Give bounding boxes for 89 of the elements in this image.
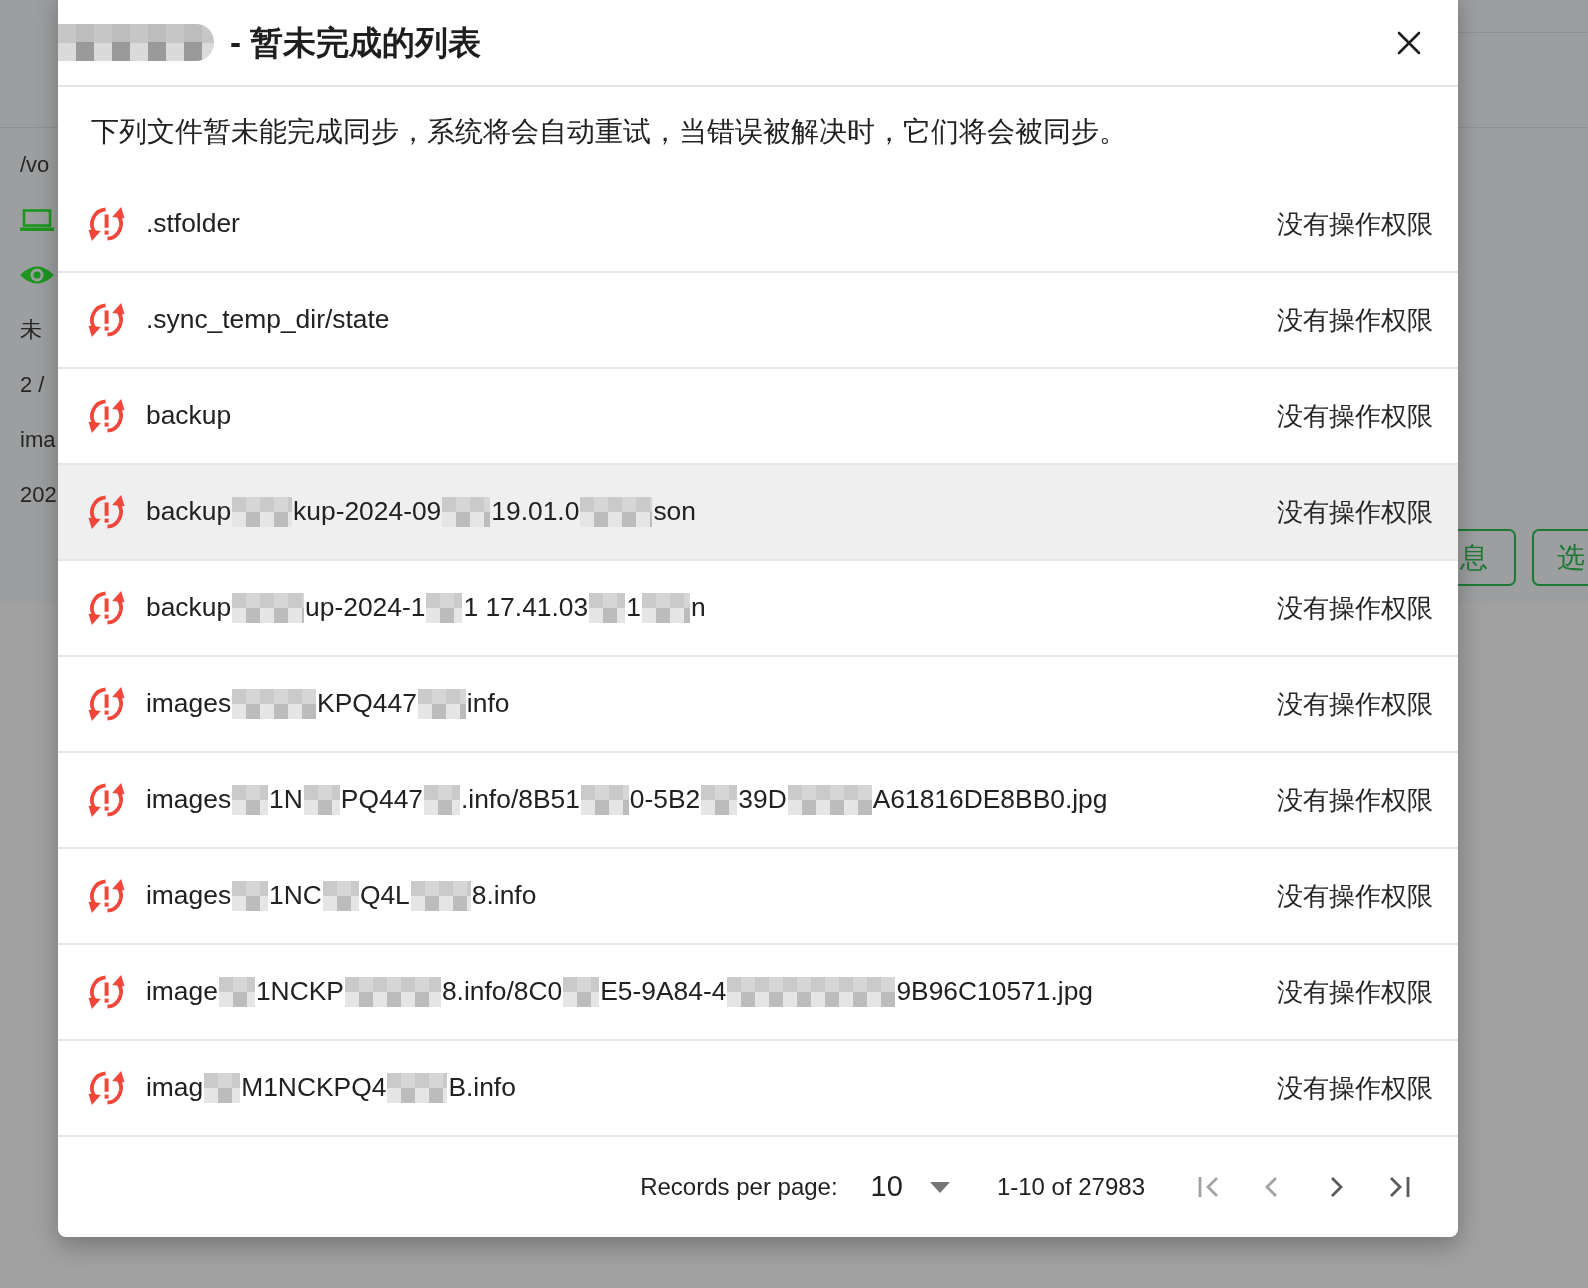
file-path: B.info — [448, 1071, 516, 1105]
error-status: 没有操作权限 — [1277, 1072, 1433, 1104]
sync-error-icon — [87, 686, 126, 722]
error-status: 没有操作权限 — [1277, 976, 1433, 1008]
file-path: images — [146, 879, 232, 913]
side-text: 未 — [20, 316, 42, 344]
mosaic-redaction — [580, 785, 629, 815]
file-path: image — [146, 975, 218, 1009]
file-path: 1NCKP — [255, 975, 344, 1009]
file-path: images — [146, 687, 232, 721]
sync-error-icon — [87, 782, 126, 818]
mosaic-redaction — [232, 881, 269, 911]
side-text: ima — [20, 426, 56, 454]
file-path: .info/8B51 — [461, 783, 580, 817]
caret-icon — [929, 1181, 950, 1193]
mosaic-redaction — [701, 785, 738, 815]
file-path: 1NC — [269, 879, 322, 913]
sync-error-icon — [87, 206, 126, 242]
file-path: backup — [146, 399, 232, 433]
mosaic-redaction — [204, 1073, 241, 1103]
description-text: 下列文件暂未能完成同步，系统将会自动重试，当错误被解决时，它们将会被同步。 — [91, 115, 1127, 150]
sync-error-icon — [87, 974, 126, 1010]
error-status: 没有操作权限 — [1277, 880, 1433, 912]
mosaic-redaction — [424, 785, 460, 815]
file-path: 19.01.0 — [491, 495, 580, 529]
file-path: KPQ447 — [317, 687, 417, 721]
dialog-title: - 暂未完成的列表 — [230, 22, 482, 63]
sync-error-icon — [87, 302, 126, 338]
error-status: 没有操作权限 — [1277, 304, 1433, 336]
file-path: E5-9A84-4 — [600, 975, 727, 1009]
sync-error-icon — [87, 878, 126, 914]
error-status: 没有操作权限 — [1277, 688, 1433, 720]
first-page-icon — [1196, 1174, 1220, 1200]
file-path: up-2024-1 — [305, 591, 426, 625]
mosaic-redaction — [442, 497, 491, 527]
error-status: 没有操作权限 — [1277, 400, 1433, 432]
file-path: PQ447 — [340, 783, 423, 817]
close-icon — [1397, 30, 1421, 55]
laptop-icon — [20, 208, 54, 231]
file-path: 1 17.41.03 — [463, 591, 589, 625]
per-page-label: Records per page: — [640, 1172, 838, 1202]
file-path: info — [466, 687, 510, 721]
file-path: 8.info/8C0 — [441, 975, 563, 1009]
mosaic-redaction — [218, 977, 255, 1007]
sync-error-icon — [87, 590, 126, 626]
file-path: backup — [146, 495, 232, 529]
error-status: 没有操作权限 — [1277, 496, 1433, 528]
mosaic-redaction — [563, 977, 600, 1007]
file-path: A61816DE8BB0.jpg — [872, 783, 1108, 817]
mosaic-redaction — [410, 881, 471, 911]
file-path: 1N — [269, 783, 303, 817]
sync-error-icon — [87, 1070, 126, 1106]
file-path: 39D — [738, 783, 787, 817]
error-status: 没有操作权限 — [1277, 784, 1433, 816]
file-path: 0-5B2 — [629, 783, 701, 817]
error-status: 没有操作权限 — [1277, 592, 1433, 624]
page-button[interactable]: 选 — [1532, 529, 1588, 586]
mosaic-redaction — [641, 593, 690, 623]
file-path: son — [653, 495, 696, 529]
per-page-select[interactable]: 10 — [870, 1165, 950, 1209]
sync-error-icon — [87, 494, 126, 530]
file-path: kup-2024-09 — [293, 495, 442, 529]
file-path: Q4L — [359, 879, 410, 913]
file-path: backup — [146, 591, 232, 625]
file-path: 9B96C10571.jpg — [896, 975, 1093, 1009]
side-text: 202 — [20, 481, 57, 509]
file-path: 8.info — [471, 879, 537, 913]
file-path: 1 — [626, 591, 641, 625]
file-path: images — [146, 783, 232, 817]
mosaic-redaction — [303, 785, 340, 815]
mosaic-redaction — [426, 593, 463, 623]
side-text: 2 / — [20, 371, 45, 399]
mosaic-redaction — [589, 593, 626, 623]
sync-error-icon — [87, 398, 126, 434]
side-text: /vo — [20, 151, 50, 179]
file-path: n — [690, 591, 706, 625]
page-range: 1-10 of 27983 — [996, 1172, 1145, 1202]
mosaic-redaction — [387, 1073, 448, 1103]
mosaic-redaction — [322, 881, 359, 911]
mosaic-redaction — [232, 497, 293, 527]
file-path: .sync_temp_dir/state — [146, 303, 390, 337]
file-path: imag — [146, 1071, 204, 1105]
file-path: M1NCKPQ4 — [241, 1071, 387, 1105]
mosaic-redaction — [232, 785, 269, 815]
file-path: .stfolder — [146, 207, 240, 241]
error-status: 没有操作权限 — [1277, 208, 1433, 240]
last-page-icon — [1388, 1174, 1412, 1200]
close-button[interactable] — [1397, 30, 1421, 55]
mosaic-redaction — [417, 689, 466, 719]
